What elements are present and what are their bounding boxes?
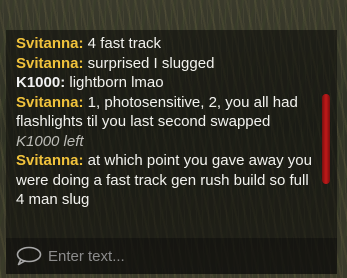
chat-message: Svitanna: 1, photosensitive, 2, you all … — [16, 93, 316, 132]
chat-scrollbar[interactable] — [322, 94, 330, 184]
message-sender: Svitanna: — [16, 54, 84, 72]
message-text: lightborn lmao — [65, 74, 164, 91]
chat-input[interactable] — [48, 244, 318, 268]
message-text: surprised I slugged — [83, 54, 215, 72]
message-sender: Svitanna: — [16, 35, 84, 52]
chat-message: K1000: lightborn lmao — [16, 73, 316, 93]
message-text: 4 fast track — [83, 35, 162, 52]
message-sender: Svitanna: — [16, 93, 84, 111]
chat-panel: Svitanna: 4 fast track Svitanna: surpris… — [6, 30, 337, 238]
message-sender: K1000: — [16, 74, 66, 91]
chat-messages: Svitanna: 4 fast track Svitanna: surpris… — [16, 34, 316, 210]
chat-message: Svitanna: surprised I slugged — [16, 54, 316, 74]
chat-message: Svitanna: at which point you gave away y… — [16, 151, 316, 210]
system-message: K1000 left — [16, 132, 84, 150]
chat-message: Svitanna: 4 fast track — [16, 34, 316, 54]
speech-bubble-icon — [16, 246, 42, 266]
chat-input-bar — [6, 238, 337, 274]
message-sender: Svitanna: — [16, 152, 84, 169]
